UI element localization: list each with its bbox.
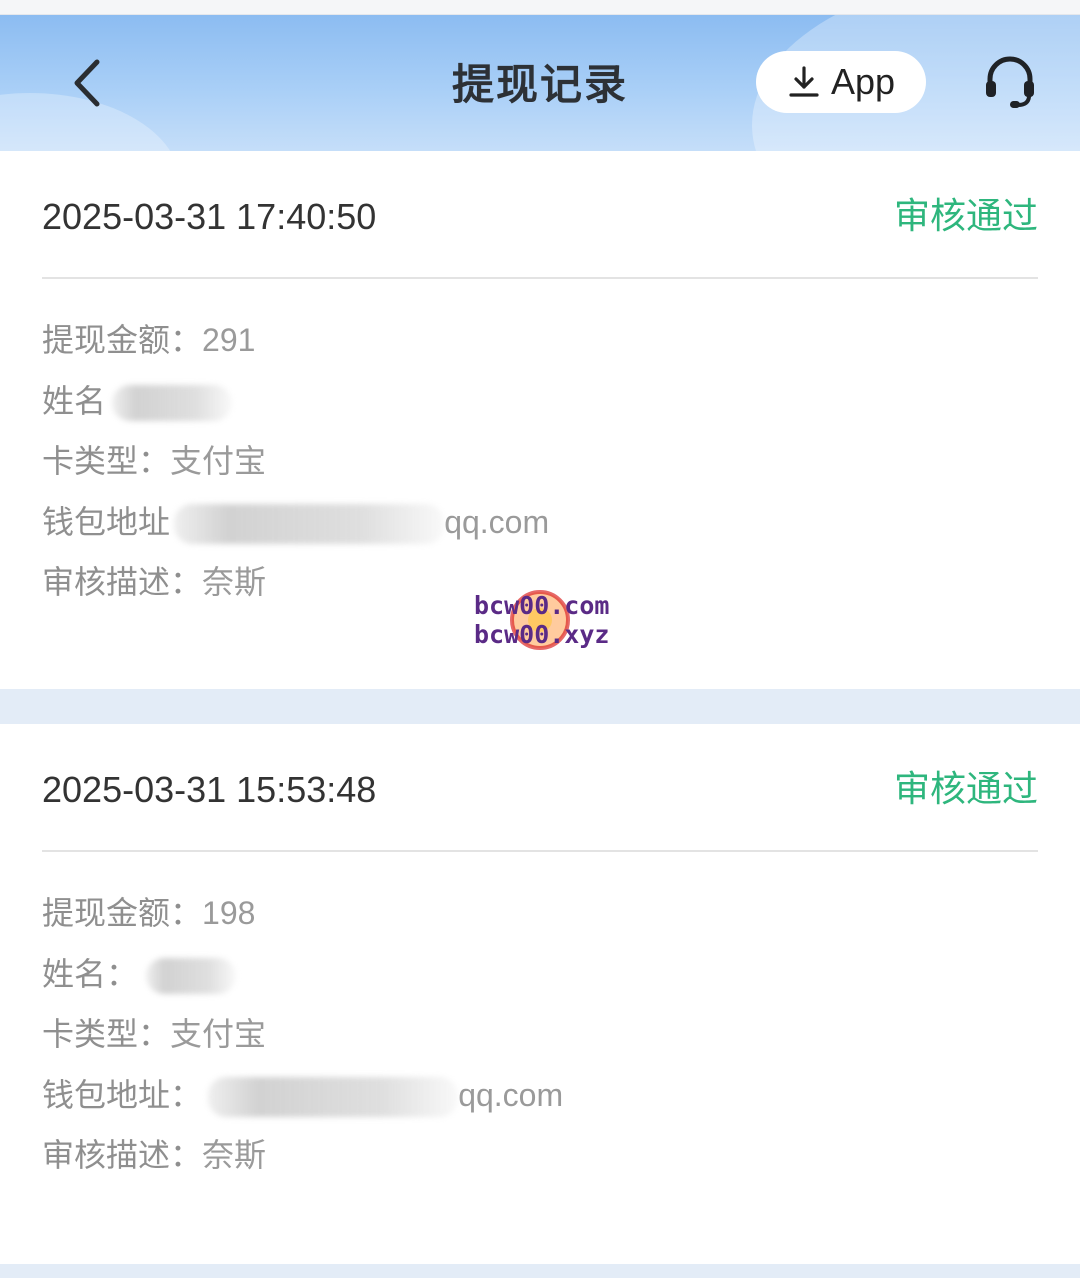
card-type-row: 卡类型：支付宝: [42, 438, 1022, 499]
amount-row: 提现金额：198: [42, 890, 1022, 951]
wallet-label: 钱包地址: [42, 502, 171, 541]
redacted-name: [112, 384, 233, 421]
record-status: 审核通过: [893, 769, 1038, 810]
wallet-row: 钱包地址： qq.com: [42, 1072, 1022, 1133]
watermark-line-2: bcw00.xyz: [474, 620, 610, 649]
review-desc-label: 审核描述：: [42, 563, 203, 601]
card-divider: [42, 850, 1038, 852]
review-desc-value: 奈斯: [202, 1136, 267, 1174]
card-type-value: 支付宝: [170, 442, 267, 480]
watermark-line-1: bcw00.com: [474, 591, 610, 620]
record-card: 2025-03-31 15:53:48 审核通过 提现金额：198 姓名： 卡类…: [0, 724, 1080, 1264]
review-desc-label: 审核描述：: [42, 1136, 203, 1174]
page-title: 提现记录: [451, 60, 628, 109]
chevron-left-icon: [74, 59, 100, 107]
card-type-label: 卡类型：: [42, 1015, 171, 1053]
watermark: bcw00.com bcw00.xyz: [472, 590, 632, 654]
review-desc-value: 奈斯: [202, 563, 267, 601]
record-time: 2025-03-31 15:53:48: [42, 769, 377, 810]
headset-icon: [986, 56, 1034, 108]
name-row: 姓名: [42, 378, 1022, 439]
download-app-button[interactable]: App: [756, 51, 926, 113]
download-app-label: App: [830, 61, 896, 102]
wallet-row: 钱包地址 qq.com: [42, 499, 1022, 560]
download-icon: [789, 66, 819, 97]
record-details: 提现金额：291 姓名 卡类型：支付宝 钱包地址 qq.com 审核描述：奈斯: [42, 317, 1022, 620]
review-desc-row: 审核描述：奈斯: [42, 1132, 1022, 1193]
wallet-suffix: qq.com: [458, 1076, 564, 1113]
back-button[interactable]: [58, 55, 114, 111]
card-divider: [42, 277, 1038, 279]
status-strip: [0, 0, 1080, 15]
amount-label: 提现金额：: [42, 894, 203, 932]
card-type-row: 卡类型：支付宝: [42, 1011, 1022, 1072]
name-row: 姓名：: [42, 951, 1022, 1012]
card-type-value: 支付宝: [170, 1015, 267, 1053]
amount-value: 198: [202, 895, 256, 931]
name-label: 姓名：: [42, 954, 139, 993]
amount-label: 提现金额：: [42, 321, 203, 359]
record-status: 审核通过: [893, 196, 1038, 237]
record-time: 2025-03-31 17:40:50: [42, 196, 377, 237]
amount-value: 291: [202, 322, 256, 358]
header-bar: 提现记录 App: [0, 15, 1080, 151]
withdrawal-records-page: 提现记录 App 2025-03-31 17:40:50 审核通过 提现金额：2…: [0, 0, 1080, 1278]
customer-service-button[interactable]: [980, 53, 1040, 113]
wallet-suffix: qq.com: [444, 503, 550, 540]
name-label: 姓名: [42, 381, 107, 420]
redacted-wallet: [174, 503, 445, 544]
redacted-wallet: [208, 1076, 459, 1117]
redacted-name: [146, 957, 237, 994]
wallet-label: 钱包地址：: [42, 1075, 203, 1114]
card-type-label: 卡类型：: [42, 442, 171, 480]
amount-row: 提现金额：291: [42, 317, 1022, 378]
record-details: 提现金额：198 姓名： 卡类型：支付宝 钱包地址： qq.com 审核描述：奈…: [42, 890, 1022, 1193]
